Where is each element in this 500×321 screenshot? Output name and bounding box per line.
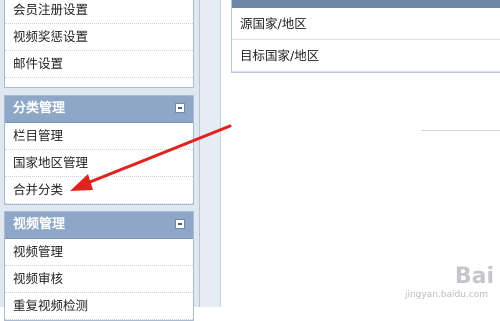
- category-panel-title: 分类管理: [13, 101, 66, 116]
- video-panel-title: 视频管理: [13, 217, 66, 232]
- source-region-row: 源国家/地区: [232, 8, 500, 40]
- video-panel: 视频管理 视频管理 视频审核 重复视频检测: [4, 211, 194, 321]
- collapse-icon[interactable]: [175, 219, 185, 229]
- category-panel-header[interactable]: 分类管理: [5, 96, 193, 123]
- sidebar-item-video-reward[interactable]: 视频奖惩设置: [5, 24, 193, 51]
- scroll-gutter[interactable]: [200, 0, 221, 307]
- collapse-icon[interactable]: [175, 103, 185, 113]
- sidebar-item-member-registration[interactable]: 会员注册设置: [5, 0, 193, 24]
- divider: [421, 130, 500, 131]
- sidebar-item-video-management[interactable]: 视频管理: [5, 239, 193, 266]
- sidebar-item-column-management[interactable]: 栏目管理: [5, 123, 193, 150]
- watermark-text: Bai: [454, 264, 494, 289]
- category-panel: 分类管理 栏目管理 国家地区管理 合并分类: [4, 95, 194, 205]
- settings-panel: 会员注册设置 视频奖惩设置 邮件设置: [4, 0, 194, 88]
- sidebar-item-video-review[interactable]: 视频审核: [5, 266, 193, 293]
- video-panel-header[interactable]: 视频管理: [5, 212, 193, 239]
- sidebar-item-mail-settings[interactable]: 邮件设置: [5, 51, 193, 78]
- sidebar: 会员注册设置 视频奖惩设置 邮件设置 分类管理 栏目管理 国家地区管理 合并分类…: [0, 0, 200, 321]
- sidebar-item-region-management[interactable]: 国家地区管理: [5, 150, 193, 177]
- sidebar-item-merge-category[interactable]: 合并分类: [5, 177, 193, 204]
- target-region-row: 目标国家/地区: [232, 40, 500, 72]
- watermark-subtext: jingyan.baidu.com: [404, 290, 488, 300]
- merge-form: 源国家/地区 目标国家/地区: [231, 0, 500, 73]
- watermark: Bai jingyan.baidu.com: [384, 264, 494, 304]
- form-header-strip: [232, 0, 500, 8]
